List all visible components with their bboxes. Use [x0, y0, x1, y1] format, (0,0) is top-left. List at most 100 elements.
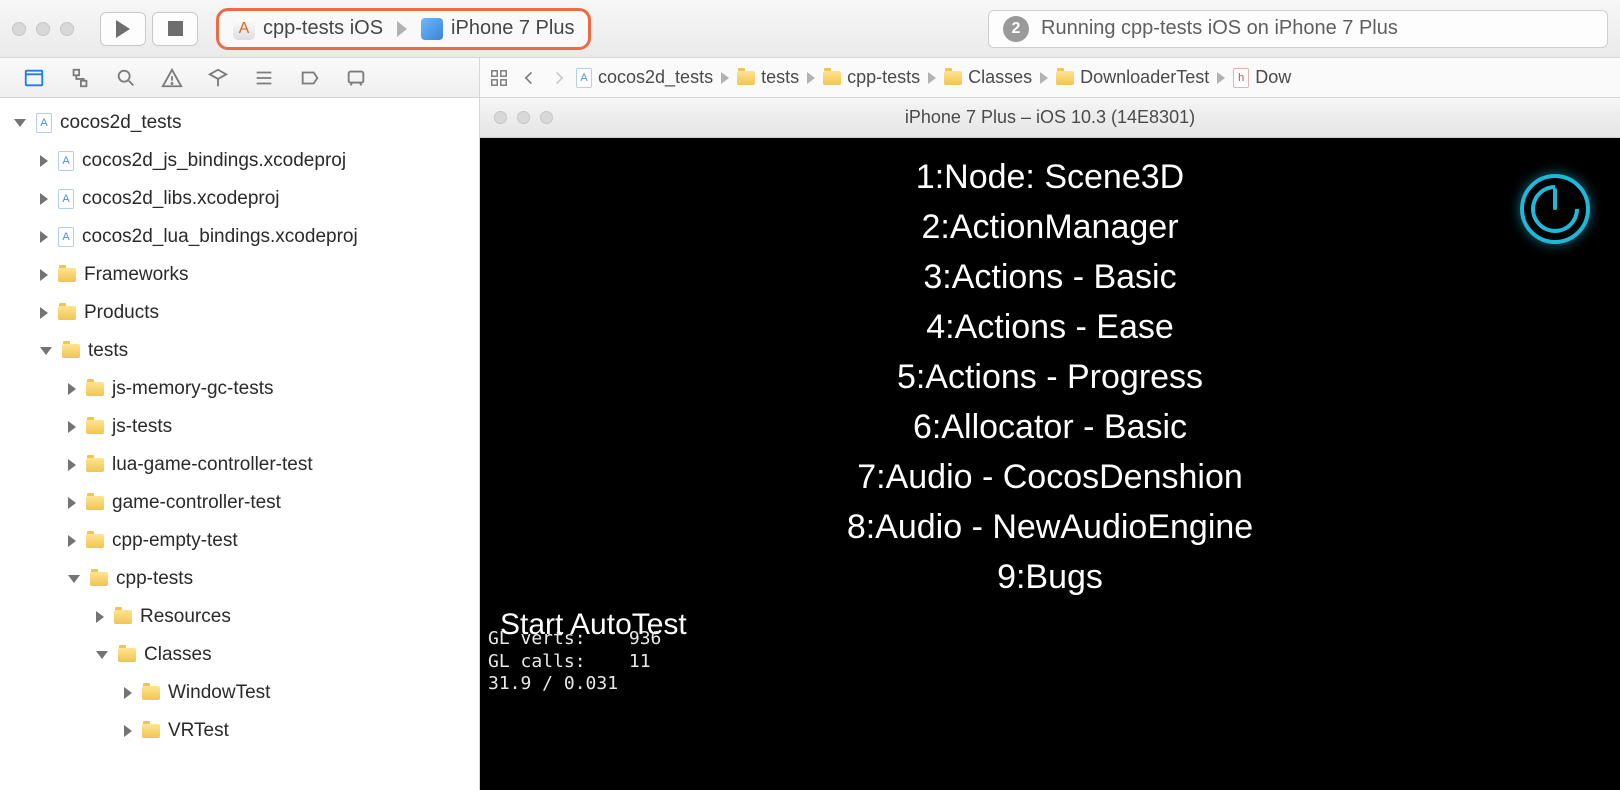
tree-label: lua-game-controller-test	[112, 454, 313, 476]
power-icon[interactable]	[1520, 174, 1590, 244]
xcodeproj-icon	[58, 227, 74, 247]
folder-icon	[86, 534, 104, 548]
activity-status[interactable]: 2 Running cpp-tests iOS on iPhone 7 Plus	[988, 10, 1608, 48]
disclosure-triangle-icon[interactable]	[40, 193, 48, 205]
window-minimize[interactable]	[517, 111, 530, 124]
jumpbar-crumb[interactable]: DownloaderTest	[1056, 67, 1209, 88]
tree-item[interactable]: VRTest	[0, 712, 479, 750]
tree-label: Classes	[144, 644, 212, 666]
disclosure-triangle-icon[interactable]	[68, 535, 76, 547]
folder-icon	[86, 382, 104, 396]
test-menu-item[interactable]: 9:Bugs	[480, 560, 1620, 594]
disclosure-triangle-icon[interactable]	[68, 421, 76, 433]
disclosure-triangle-icon[interactable]	[14, 119, 26, 127]
jumpbar-crumb[interactable]: Classes	[944, 67, 1032, 88]
tree-item[interactable]: cocos2d_libs.xcodeproj	[0, 180, 479, 218]
window-close[interactable]	[12, 22, 26, 36]
jumpbar-crumb[interactable]: h Dow	[1233, 67, 1291, 88]
disclosure-triangle-icon[interactable]	[40, 347, 52, 355]
test-menu-item[interactable]: 7:Audio - CocosDenshion	[480, 460, 1620, 494]
go-forward-icon[interactable]	[550, 69, 568, 87]
breakpoint-navigator-icon[interactable]	[298, 66, 322, 90]
tree-label: Frameworks	[84, 264, 189, 286]
tree-label: WindowTest	[168, 682, 270, 704]
device-icon	[421, 18, 443, 40]
jumpbar-crumb[interactable]: tests	[737, 67, 799, 88]
status-text: Running cpp-tests iOS on iPhone 7 Plus	[1041, 17, 1398, 40]
tree-item[interactable]: Classes	[0, 636, 479, 674]
disclosure-triangle-icon[interactable]	[40, 231, 48, 243]
chevron-right-icon	[397, 21, 407, 37]
window-minimize[interactable]	[36, 22, 50, 36]
test-menu-item[interactable]: 2:ActionManager	[480, 210, 1620, 244]
disclosure-triangle-icon[interactable]	[68, 575, 80, 583]
tree-item[interactable]: Resources	[0, 598, 479, 636]
tree-item[interactable]: cpp-empty-test	[0, 522, 479, 560]
tree-item[interactable]: js-memory-gc-tests	[0, 370, 479, 408]
window-close[interactable]	[494, 111, 507, 124]
test-menu-list: 1:Node: Scene3D 2:ActionManager 3:Actions …	[480, 144, 1620, 610]
tree-item[interactable]: Products	[0, 294, 479, 332]
simulator-titlebar: iPhone 7 Plus – iOS 10.3 (14E8301)	[480, 98, 1620, 138]
tree-item[interactable]: lua-game-controller-test	[0, 446, 479, 484]
run-button[interactable]	[100, 12, 146, 46]
tree-label: js-memory-gc-tests	[112, 378, 274, 400]
jump-bar: cocos2d_tests tests cpp-tests Classes Do…	[480, 58, 1620, 97]
test-menu-item[interactable]: 8:Audio - NewAudioEngine	[480, 510, 1620, 544]
crumb-label: DownloaderTest	[1080, 67, 1209, 88]
test-menu-item[interactable]: 1:Node: Scene3D	[480, 160, 1620, 194]
tree-item[interactable]: cocos2d_js_bindings.xcodeproj	[0, 142, 479, 180]
window-zoom[interactable]	[540, 111, 553, 124]
tree-item[interactable]: game-controller-test	[0, 484, 479, 522]
scheme-device-label: iPhone 7 Plus	[451, 17, 574, 40]
project-navigator-icon[interactable]	[22, 66, 46, 90]
tree-item[interactable]: tests	[0, 332, 479, 370]
scheme-target-label: cpp-tests iOS	[263, 17, 383, 40]
tree-label: Products	[84, 302, 159, 324]
test-menu-item[interactable]: 4:Actions - Ease	[480, 310, 1620, 344]
navigator-selector	[0, 58, 480, 97]
tree-item[interactable]: cpp-tests	[0, 560, 479, 598]
disclosure-triangle-icon[interactable]	[124, 725, 132, 737]
tree-item[interactable]: Frameworks	[0, 256, 479, 294]
test-navigator-icon[interactable]	[206, 66, 230, 90]
tree-label: cpp-tests	[116, 568, 193, 590]
chevron-right-icon	[1040, 72, 1048, 84]
disclosure-triangle-icon[interactable]	[40, 269, 48, 281]
related-items-icon[interactable]	[490, 69, 508, 87]
disclosure-triangle-icon[interactable]	[96, 611, 104, 623]
test-menu-item[interactable]: 5:Actions - Progress	[480, 360, 1620, 394]
issue-navigator-icon[interactable]	[160, 66, 184, 90]
debug-navigator-icon[interactable]	[252, 66, 276, 90]
disclosure-triangle-icon[interactable]	[68, 383, 76, 395]
simulator-screen: 1:Node: Scene3D 2:ActionManager 3:Actions …	[480, 138, 1620, 790]
search-icon[interactable]	[114, 66, 138, 90]
jumpbar-crumb[interactable]: cpp-tests	[823, 67, 920, 88]
go-back-icon[interactable]	[520, 69, 538, 87]
report-navigator-icon[interactable]	[344, 66, 368, 90]
disclosure-triangle-icon[interactable]	[40, 307, 48, 319]
disclosure-triangle-icon[interactable]	[96, 651, 108, 659]
crumb-label: Dow	[1255, 67, 1291, 88]
tree-item[interactable]: WindowTest	[0, 674, 479, 712]
test-menu-item[interactable]: 3:Actions - Basic	[480, 260, 1620, 294]
test-menu-item[interactable]: 6:Allocator - Basic	[480, 410, 1620, 444]
disclosure-triangle-icon[interactable]	[68, 497, 76, 509]
tree-root[interactable]: cocos2d_tests	[0, 104, 479, 142]
stop-button[interactable]	[152, 12, 198, 46]
simulator-title: iPhone 7 Plus – iOS 10.3 (14E8301)	[905, 107, 1195, 128]
window-zoom[interactable]	[60, 22, 74, 36]
tree-item[interactable]: cocos2d_lua_bindings.xcodeproj	[0, 218, 479, 256]
tree-label: game-controller-test	[112, 492, 281, 514]
disclosure-triangle-icon[interactable]	[124, 687, 132, 699]
disclosure-triangle-icon[interactable]	[68, 459, 76, 471]
disclosure-triangle-icon[interactable]	[40, 155, 48, 167]
scheme-selector[interactable]: A cpp-tests iOS iPhone 7 Plus	[216, 8, 591, 50]
xcodeproj-icon	[36, 113, 52, 133]
stop-icon	[168, 21, 183, 36]
source-control-icon[interactable]	[68, 66, 92, 90]
tree-label: VRTest	[168, 720, 229, 742]
jumpbar-crumb[interactable]: cocos2d_tests	[576, 67, 713, 88]
tree-item[interactable]: js-tests	[0, 408, 479, 446]
tree-label: tests	[88, 340, 128, 362]
